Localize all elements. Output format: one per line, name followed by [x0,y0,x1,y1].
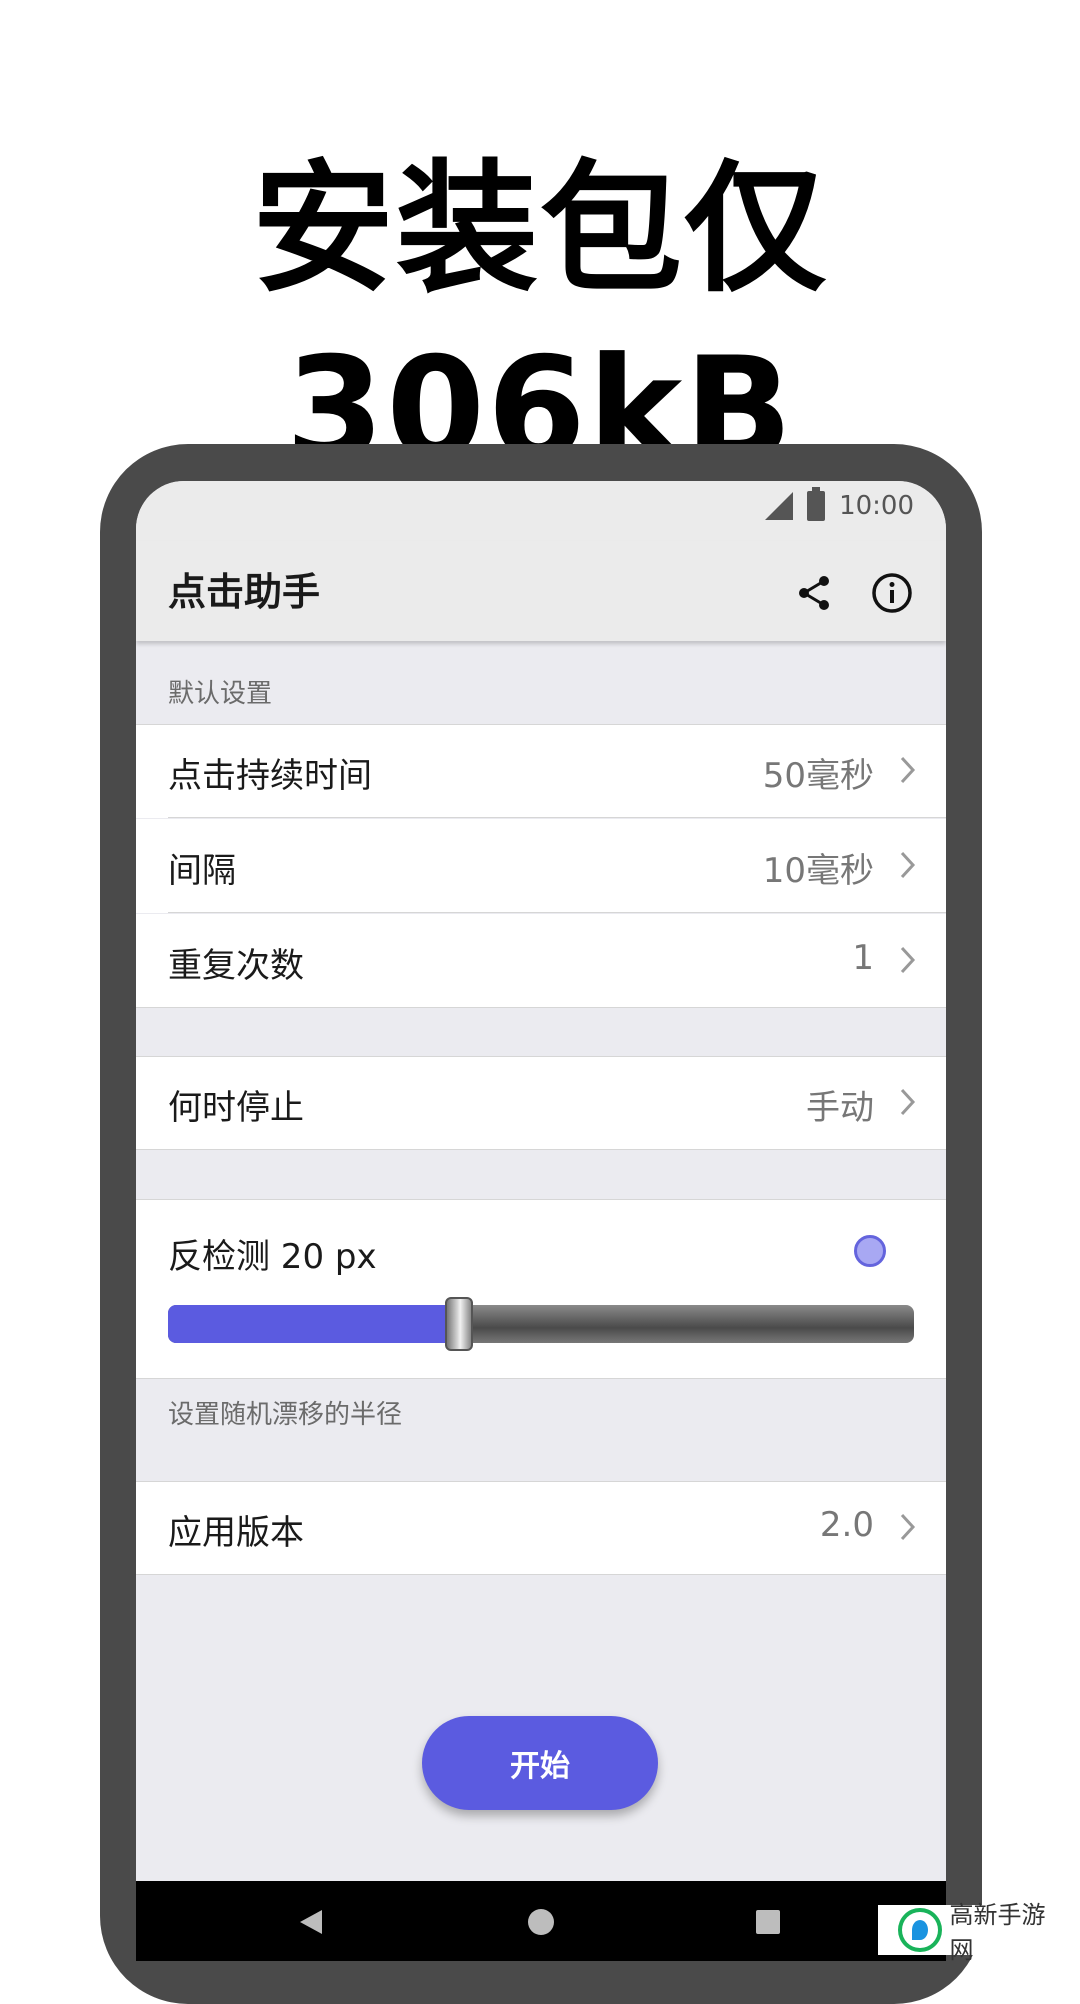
app-title: 点击助手 [168,570,321,614]
app-bar: 点击助手 [136,541,946,641]
slider-thumb[interactable] [445,1297,473,1351]
row-value: 手动 [806,1088,874,1128]
row-label: 间隔 [168,851,236,891]
chevron-right-icon [900,946,916,974]
back-triangle-icon[interactable] [296,1907,326,1937]
row-value: 10毫秒 [762,851,874,891]
row-when-to-stop[interactable]: 何时停止 手动 [136,1056,946,1150]
row-value: 2.0 [819,1505,874,1545]
anti-detect-card: 反检测 20 px [136,1199,946,1379]
row-label: 重复次数 [168,946,304,986]
share-icon[interactable] [790,569,838,617]
watermark-logo-icon [898,1908,942,1952]
row-app-version[interactable]: 应用版本 2.0 [136,1481,946,1575]
status-time: 10:00 [839,491,914,521]
system-nav-bar [136,1881,946,1961]
section-header-default: 默认设置 [168,679,273,709]
start-button[interactable]: 开始 [422,1716,658,1810]
slider-indicator-dot [854,1235,886,1267]
status-bar: 10:00 [136,481,946,541]
info-icon[interactable] [868,569,916,617]
anti-detect-label: 反检测 20 px [168,1237,377,1277]
phone-screen: 10:00 点击助手 默认设置 点击持续时间 50毫秒 间隔 10毫秒 重复次数… [136,481,946,1961]
watermark: 高新手游网 [878,1901,1068,1964]
row-value: 1 [852,938,874,978]
row-interval[interactable]: 间隔 10毫秒 [136,819,946,913]
row-click-duration[interactable]: 点击持续时间 50毫秒 [136,724,946,818]
chevron-right-icon [900,756,916,784]
row-repeat-count[interactable]: 重复次数 1 [136,914,946,1008]
chevron-right-icon [900,851,916,879]
recents-square-icon[interactable] [753,1907,783,1937]
row-label: 何时停止 [168,1088,304,1128]
slider-fill [168,1305,459,1343]
chevron-right-icon [900,1088,916,1116]
section-hint-drift-radius: 设置随机漂移的半径 [168,1400,403,1430]
home-circle-icon[interactable] [526,1907,556,1937]
battery-icon [807,487,826,521]
anti-detect-slider-track[interactable] [168,1305,914,1343]
row-value: 50毫秒 [762,756,874,796]
cell-signal-icon [765,492,794,520]
row-label: 点击持续时间 [168,756,372,796]
watermark-text: 高新手游网 [949,1901,1046,1964]
chevron-right-icon [900,1513,916,1541]
row-label: 应用版本 [168,1513,304,1553]
